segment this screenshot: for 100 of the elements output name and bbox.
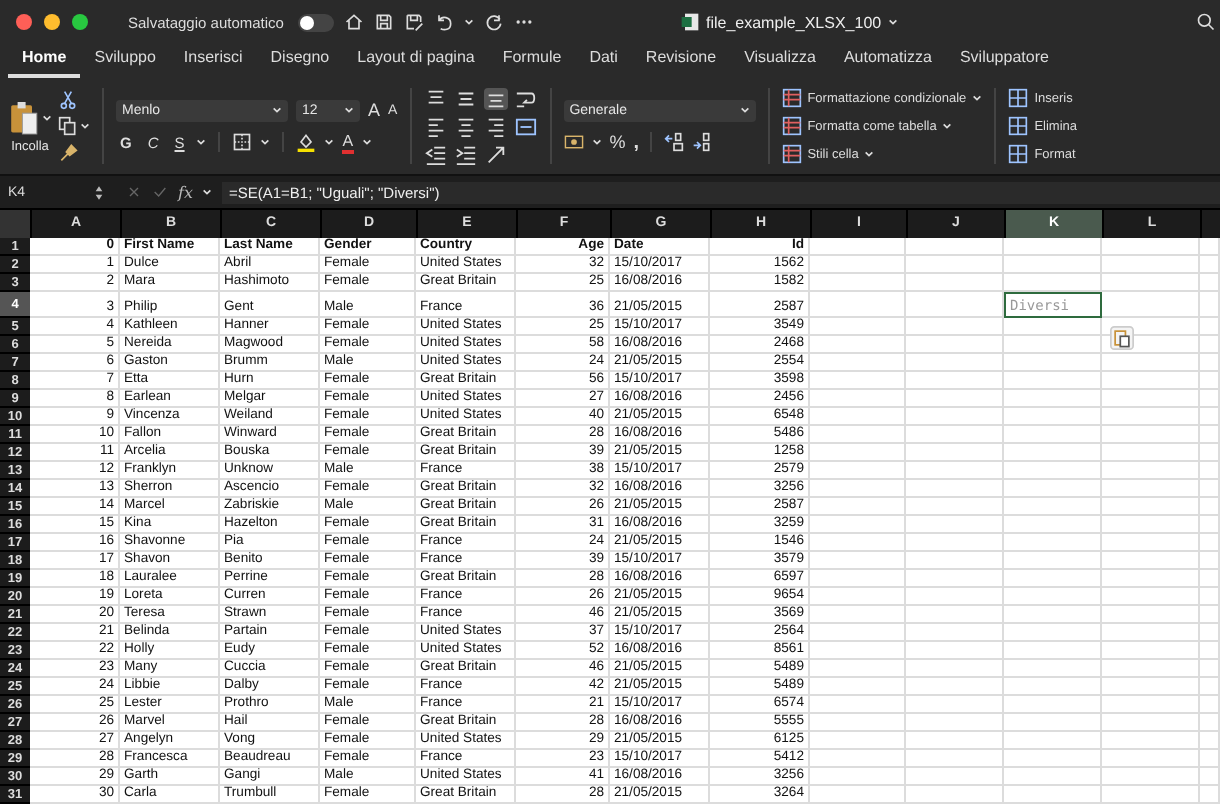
caret-icon[interactable]: [887, 18, 898, 26]
vertical-align-icon[interactable]: [483, 87, 508, 109]
align-center-icon[interactable]: [453, 115, 478, 137]
currency-icon[interactable]: [563, 132, 584, 152]
home-icon[interactable]: [343, 12, 364, 32]
empty-cell: [1004, 480, 1102, 498]
empty-cell: [1004, 318, 1102, 336]
ribbon-tab[interactable]: Visualizza: [730, 48, 830, 78]
empty-cell: [1102, 238, 1200, 256]
empty-cell: [1102, 624, 1200, 642]
merge-cells-icon[interactable]: [513, 115, 538, 137]
empty-cell: [1004, 606, 1102, 624]
close-button[interactable]: [16, 14, 32, 30]
brush-icon[interactable]: [58, 142, 78, 162]
undo-icon[interactable]: [433, 12, 454, 32]
caret-icon[interactable]: [463, 18, 474, 26]
empty-cell: [810, 570, 906, 588]
save-edit-icon[interactable]: [403, 12, 424, 32]
empty-cell: [1004, 570, 1102, 588]
spreadsheet-file-icon: [679, 12, 700, 32]
caret-icon[interactable]: [324, 138, 335, 146]
ribbon-tab[interactable]: Sviluppatore: [945, 48, 1063, 78]
ribbon-tab[interactable]: Dati: [575, 48, 632, 78]
empty-cell: [1200, 714, 1220, 732]
empty-cell: [906, 390, 1004, 408]
font-color-button[interactable]: A: [342, 131, 354, 153]
vertical-align-icon[interactable]: [453, 87, 478, 109]
grid-icon: [1008, 88, 1029, 108]
caret-icon: [344, 106, 354, 114]
caret-icon[interactable]: [80, 122, 90, 130]
ribbon-tab[interactable]: Sviluppo: [80, 48, 170, 78]
search-icon[interactable]: [1196, 12, 1216, 32]
empty-cell: [1102, 462, 1200, 480]
empty-cell: [1200, 238, 1220, 256]
decrease-decimal-icon[interactable]: [692, 132, 713, 152]
empty-cell: [1200, 498, 1220, 516]
clipboard-icon[interactable]: [8, 99, 40, 135]
empty-cell: [1102, 372, 1200, 390]
caret-icon[interactable]: [260, 138, 271, 146]
ribbon-tab[interactable]: Inserisci: [169, 48, 257, 78]
stepper-icon[interactable]: [94, 183, 104, 201]
empty-cell: [810, 444, 906, 462]
autosave-toggle[interactable]: [297, 13, 334, 31]
align-left-icon[interactable]: [423, 115, 448, 137]
empty-cell: [1004, 372, 1102, 390]
ribbon-tab[interactable]: Formule: [488, 48, 576, 78]
empty-cell: [1200, 462, 1220, 480]
table-grid-icon: [781, 144, 802, 164]
empty-cell: [1004, 642, 1102, 660]
caret-icon: [942, 122, 953, 130]
empty-cell: [1102, 480, 1200, 498]
caret-icon[interactable]: [591, 138, 602, 146]
copy-icon[interactable]: [58, 116, 78, 136]
empty-cell: [906, 588, 1004, 606]
empty-cell: [1004, 408, 1102, 426]
empty-cell: [1200, 570, 1220, 588]
ribbon-tab[interactable]: Automatizza: [829, 48, 946, 78]
ribbon-tab[interactable]: Layout di pagina: [343, 48, 489, 78]
caret-icon[interactable]: [361, 138, 372, 146]
empty-cell: [1004, 696, 1102, 714]
ribbon-tab[interactable]: Disegno: [256, 48, 344, 78]
empty-cell: [906, 660, 1004, 678]
empty-cell: [1004, 390, 1102, 408]
empty-cell: [1200, 534, 1220, 552]
wrap-text-icon[interactable]: [513, 87, 538, 109]
empty-cell: [1004, 426, 1102, 444]
caret-icon: [739, 106, 750, 114]
caret-icon[interactable]: [196, 138, 207, 146]
increase-indent-icon[interactable]: [453, 143, 478, 165]
empty-cell: [1200, 318, 1220, 336]
paste-options-icon[interactable]: [1110, 326, 1134, 350]
increase-font-button[interactable]: A: [368, 100, 381, 120]
redo-icon[interactable]: [483, 12, 504, 32]
function-button[interactable]: fx: [178, 183, 193, 201]
fill-color-icon[interactable]: [296, 132, 317, 152]
align-right-icon[interactable]: [483, 115, 508, 137]
comma-style-button[interactable]: ,: [633, 131, 639, 153]
empty-cell: [1102, 408, 1200, 426]
text-orientation-icon[interactable]: [483, 143, 508, 165]
decrease-indent-icon[interactable]: [423, 143, 448, 165]
empty-cell: [906, 274, 1004, 292]
zoom-button[interactable]: [72, 14, 88, 30]
ribbon-tab[interactable]: Revisione: [631, 48, 731, 78]
borders-icon[interactable]: [232, 132, 253, 152]
caret-icon[interactable]: [42, 113, 52, 121]
save-icon[interactable]: [373, 12, 394, 32]
empty-cell: [1102, 642, 1200, 660]
checkmark-icon[interactable]: [152, 184, 168, 200]
minimize-button[interactable]: [44, 14, 60, 30]
cancel-icon[interactable]: [126, 184, 142, 200]
increase-decimal-icon[interactable]: [664, 132, 685, 152]
scissors-icon[interactable]: [58, 90, 78, 110]
caret-icon[interactable]: [202, 188, 213, 196]
empty-cell: [906, 256, 1004, 274]
caret-icon: [272, 106, 282, 114]
percent-button[interactable]: %: [609, 132, 626, 152]
empty-cell: [810, 426, 906, 444]
empty-cell: [906, 570, 1004, 588]
vertical-align-icon[interactable]: [423, 87, 448, 109]
empty-cell: [810, 642, 906, 660]
